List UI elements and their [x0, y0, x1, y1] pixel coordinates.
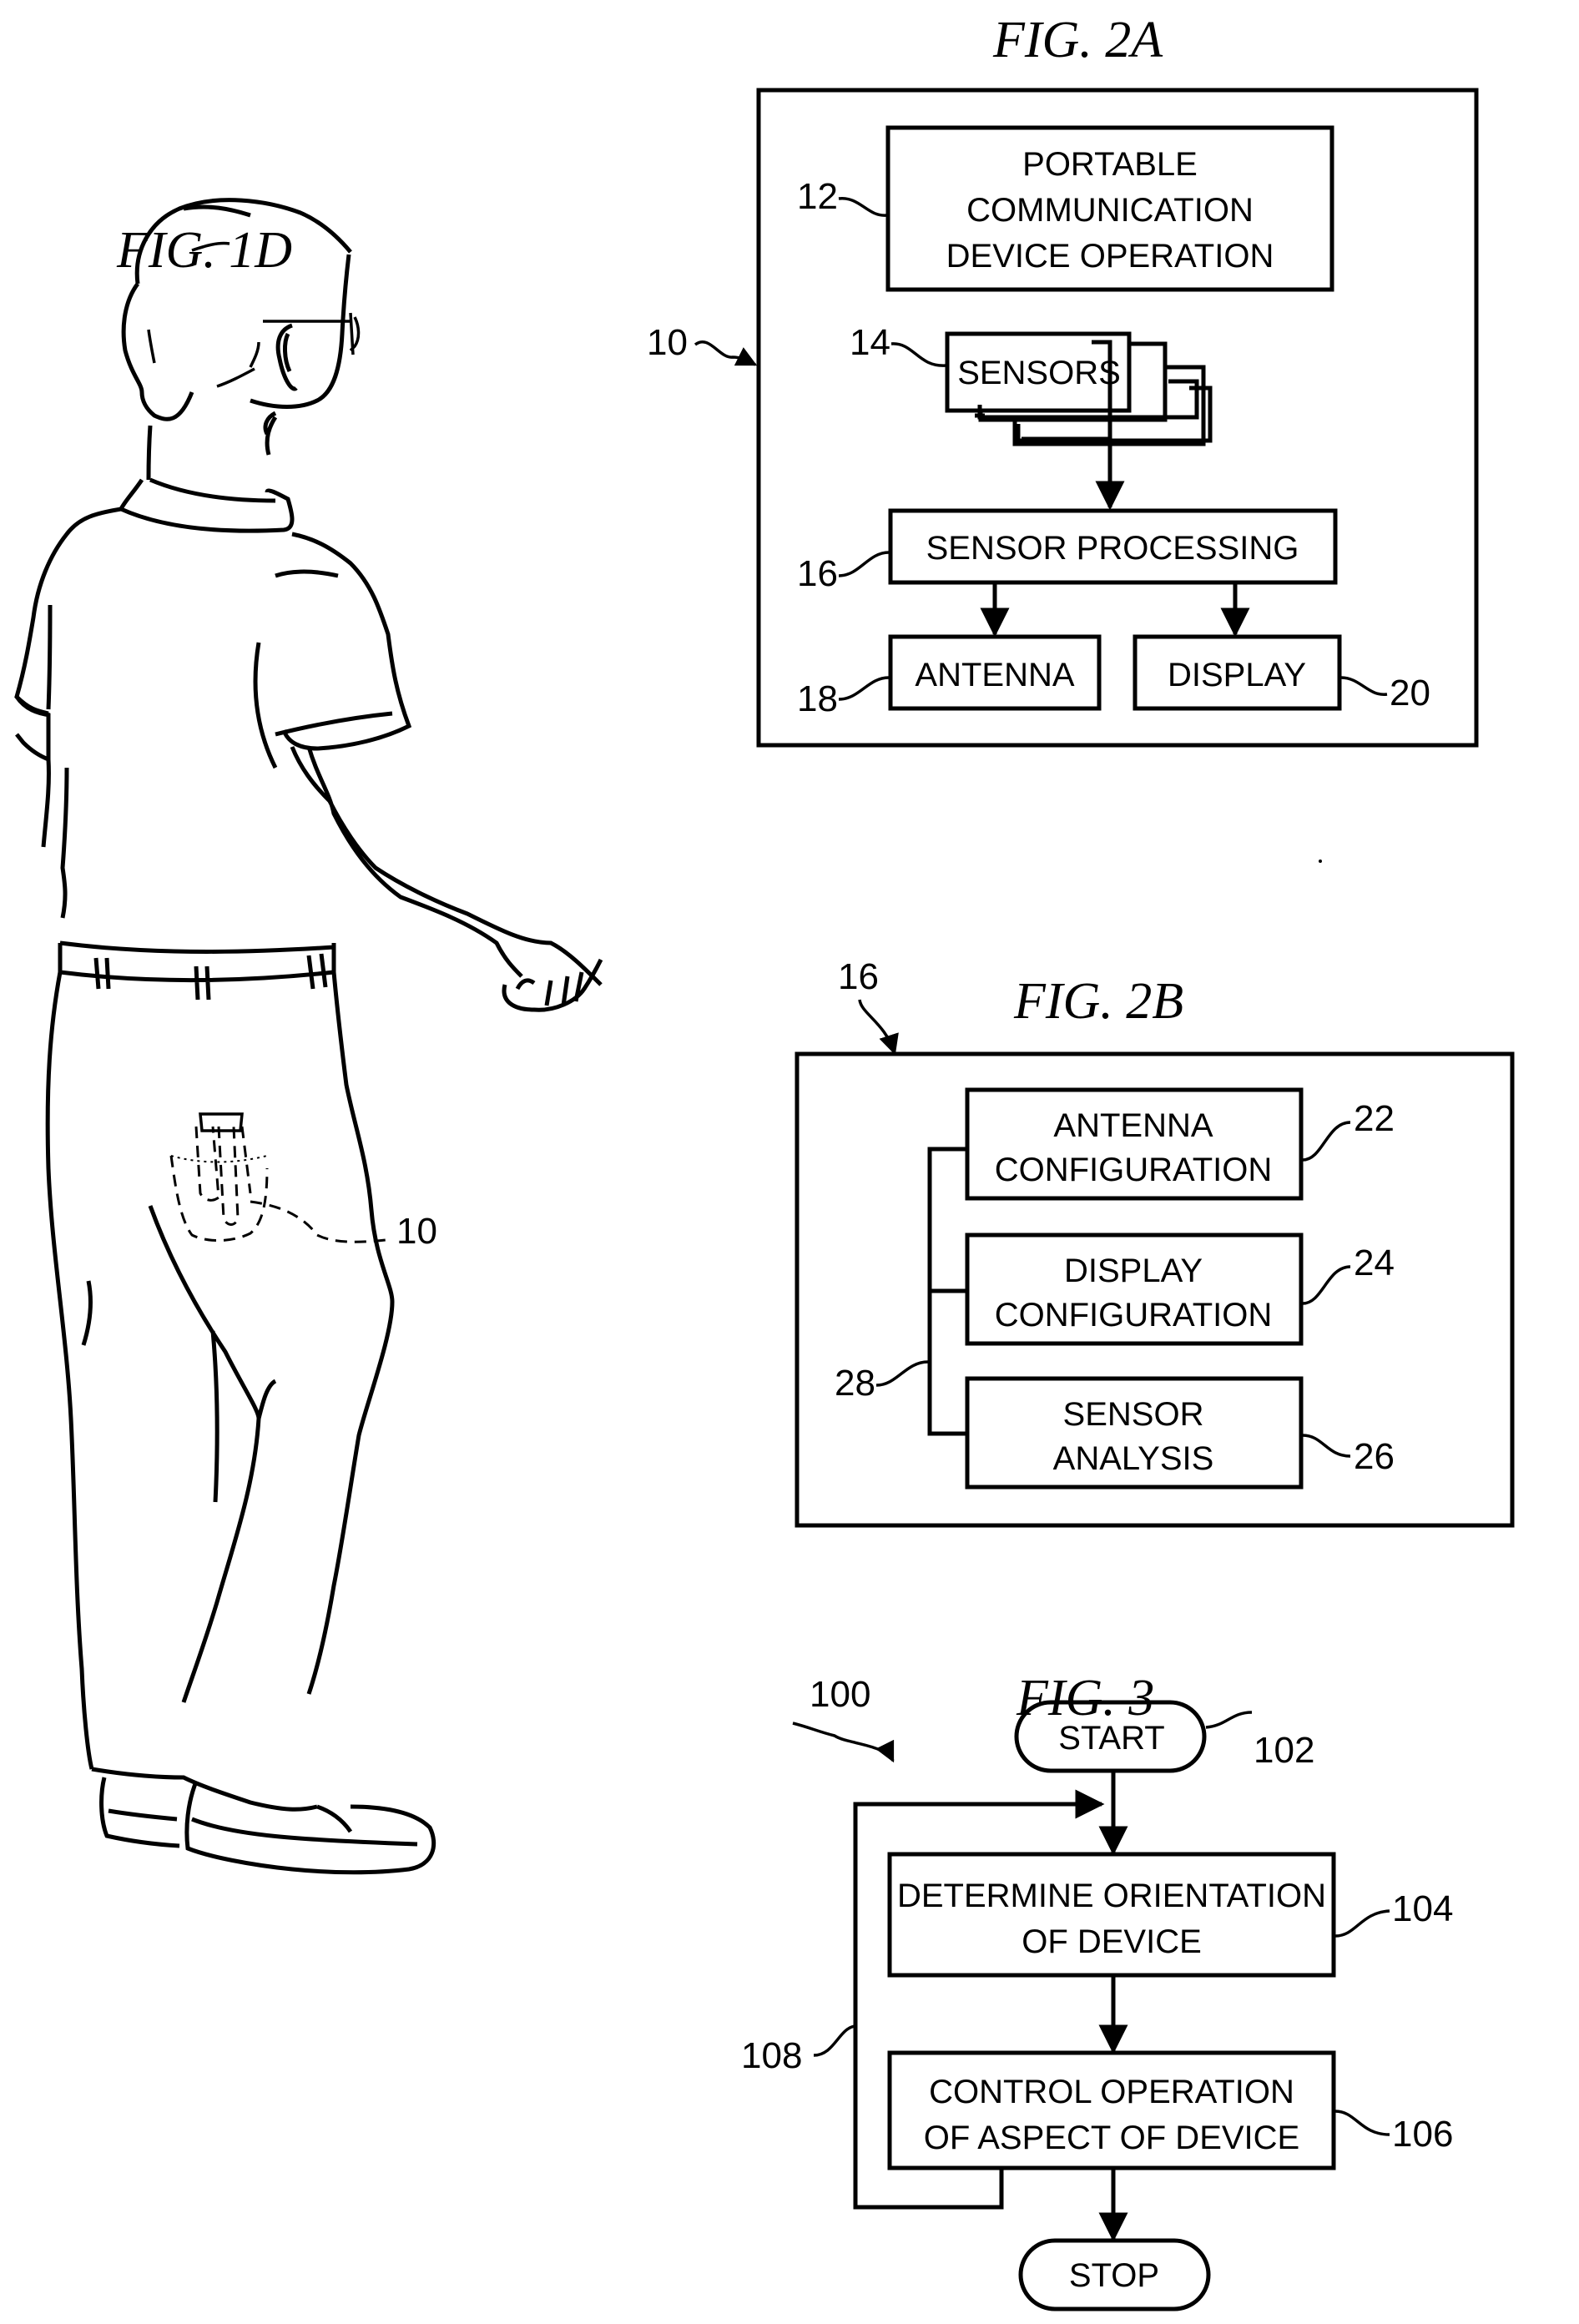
svg-text:OF ASPECT OF DEVICE: OF ASPECT OF DEVICE [924, 2120, 1299, 2156]
step-stop: STOP [1018, 2238, 1211, 2311]
scan-artifact-dot [1319, 860, 1322, 863]
svg-text:START: START [1058, 1720, 1164, 1757]
fig-2b-title: FIG. 2B [1013, 973, 1183, 1030]
svg-text:OF DEVICE: OF DEVICE [1022, 1923, 1202, 1960]
ref-108: 108 [741, 2035, 802, 2076]
fig-3-title: FIG. 3 [1016, 1670, 1154, 1727]
ear [275, 323, 298, 391]
ref-22: 22 [1354, 1098, 1395, 1139]
svg-text:COMMUNICATION: COMMUNICATION [966, 192, 1254, 229]
block-portable-communication-device-operation: PORTABLE COMMUNICATION DEVICE OPERATION [885, 125, 1334, 292]
step-control-operation: CONTROL OPERATION OF ASPECT OF DEVICE [887, 2050, 1336, 2170]
ref-28: 28 [835, 1363, 875, 1404]
block-antenna-configuration: ANTENNA CONFIGURATION [965, 1087, 1304, 1201]
ref-104: 104 [1392, 1888, 1453, 1929]
belt [58, 940, 336, 1001]
ref-18: 18 [797, 678, 838, 719]
bus-28 [927, 1147, 967, 1436]
svg-text:DEVICE OPERATION: DEVICE OPERATION [946, 238, 1274, 275]
block-sensor-analysis: SENSOR ANALYSIS [965, 1376, 1304, 1490]
collar [118, 477, 295, 533]
patent-drawing-sheet: FIG. 1D 10 FIG. 2A 10 PORTABLE COMMUNICA… [14, 12, 1515, 2311]
shirt [14, 507, 412, 919]
ref-100: 100 [810, 1674, 870, 1715]
figure-2b: FIG. 2B 16 28 ANTENNA CONFIGURATION 22 D… [795, 956, 1515, 1528]
ref-106: 106 [1392, 2114, 1453, 2155]
svg-text:STOP: STOP [1069, 2257, 1159, 2294]
fig-2a-ref-outer: 10 [647, 322, 688, 363]
ref-14: 14 [850, 322, 890, 363]
svg-text:DISPLAY: DISPLAY [1168, 657, 1306, 693]
svg-text:ANTENNA: ANTENNA [915, 657, 1074, 693]
svg-text:CONFIGURATION: CONFIGURATION [995, 1152, 1273, 1188]
block-sensor-processing: SENSOR PROCESSING [888, 508, 1338, 585]
svg-text:ANTENNA: ANTENNA [1053, 1107, 1213, 1144]
arm [290, 746, 603, 986]
person-illustration [14, 198, 603, 1875]
ref-12: 12 [797, 176, 838, 217]
block-sensors: SENSORS [945, 331, 1213, 446]
svg-text:DISPLAY: DISPLAY [1064, 1253, 1203, 1289]
figure-2a: FIG. 2A 10 PORTABLE COMMUNICATION DEVICE… [647, 12, 1479, 748]
svg-text:DETERMINE ORIENTATION: DETERMINE ORIENTATION [897, 1878, 1326, 1914]
svg-text:SENSOR PROCESSING: SENSOR PROCESSING [926, 530, 1299, 567]
ref-24: 24 [1354, 1243, 1395, 1283]
svg-text:SENSORS: SENSORS [957, 355, 1121, 391]
shoes [91, 1767, 436, 1875]
ref-20: 20 [1390, 673, 1430, 713]
fig-2b-ref-outer: 16 [838, 956, 879, 997]
fig-2a-title: FIG. 2A [992, 12, 1163, 68]
pants [45, 971, 395, 1770]
ref-102: 102 [1254, 1730, 1314, 1771]
block-display: DISPLAY [1133, 634, 1342, 711]
block-display-configuration: DISPLAY CONFIGURATION [965, 1233, 1304, 1346]
fig-1d-ref-device: 10 [396, 1211, 437, 1252]
block-antenna: ANTENNA [888, 634, 1102, 711]
step-determine-orientation: DETERMINE ORIENTATION OF DEVICE [887, 1852, 1336, 1978]
figure-1d: FIG. 1D 10 [14, 198, 603, 1875]
ref-16: 16 [797, 553, 838, 594]
svg-text:PORTABLE: PORTABLE [1022, 146, 1198, 183]
fist [502, 958, 603, 1012]
ref-26: 26 [1354, 1436, 1395, 1477]
svg-text:CONTROL OPERATION: CONTROL OPERATION [929, 2074, 1294, 2110]
svg-text:SENSOR: SENSOR [1063, 1396, 1204, 1433]
svg-text:CONFIGURATION: CONFIGURATION [995, 1297, 1273, 1333]
figure-3: FIG. 3 100 START 102 DETERMINE ORIENTATI… [741, 1670, 1453, 2311]
svg-text:ANALYSIS: ANALYSIS [1053, 1440, 1214, 1477]
